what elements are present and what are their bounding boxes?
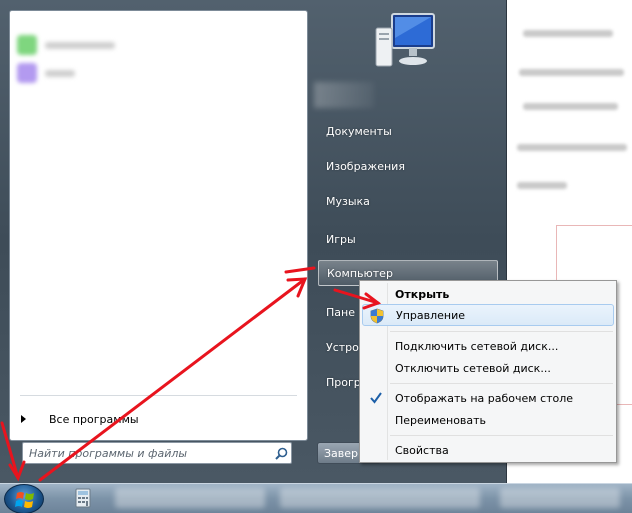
shield-icon	[370, 308, 384, 324]
user-name-blurred[interactable]	[314, 82, 374, 108]
context-item-map-network-drive[interactable]: Подключить сетевой диск...	[362, 335, 614, 357]
search-box[interactable]	[22, 442, 292, 464]
context-item-rename[interactable]: Переименовать	[362, 409, 614, 431]
menu-separator	[390, 383, 613, 384]
computer-icon	[375, 13, 435, 67]
context-item-properties[interactable]: Свойства	[362, 439, 614, 461]
programs-panel: Все программы	[9, 10, 308, 441]
separator	[20, 395, 297, 396]
context-item-show-on-desktop[interactable]: Отображать на рабочем столе	[362, 387, 614, 409]
arrow-right-icon	[21, 415, 26, 423]
start-button[interactable]	[4, 484, 44, 513]
search-icon[interactable]	[271, 444, 291, 462]
taskbar-button-blurred[interactable]	[115, 488, 265, 508]
all-programs-label: Все программы	[49, 412, 139, 426]
menu-item-pictures[interactable]: Изображения	[318, 153, 498, 179]
program-label-blurred	[45, 69, 75, 77]
pinned-program-blurred[interactable]	[17, 31, 157, 59]
menu-item-games[interactable]: Игры	[318, 226, 498, 252]
taskbar-button-blurred[interactable]	[500, 488, 620, 508]
program-icon	[17, 63, 37, 83]
program-label-blurred	[45, 41, 115, 49]
context-menu: Открыть Управление Подключить сетевой ди…	[359, 280, 617, 463]
menu-item-music[interactable]: Музыка	[318, 188, 498, 214]
context-item-label: Управление	[396, 308, 466, 322]
context-item-label: Открыть	[395, 287, 450, 301]
menu-item-documents[interactable]: Документы	[318, 118, 498, 144]
context-item-label: Подключить сетевой диск...	[395, 339, 559, 353]
context-item-disconnect-network-drive[interactable]: Отключить сетевой диск...	[362, 357, 614, 379]
context-item-open[interactable]: Открыть	[362, 283, 614, 305]
context-item-label: Свойства	[395, 443, 449, 457]
context-item-label: Переименовать	[395, 413, 487, 427]
menu-separator	[390, 435, 613, 436]
context-item-manage[interactable]: Управление	[362, 304, 614, 326]
checkmark-icon	[370, 392, 382, 404]
context-item-label: Отключить сетевой диск...	[395, 361, 551, 375]
taskbar-button-blurred[interactable]	[280, 488, 480, 508]
pinned-program-blurred[interactable]	[17, 59, 157, 87]
calculator-icon[interactable]	[75, 488, 91, 508]
program-icon	[17, 35, 37, 55]
menu-separator	[390, 331, 613, 332]
all-programs-button[interactable]: Все программы	[10, 406, 307, 432]
context-item-label: Отображать на рабочем столе	[395, 391, 574, 405]
search-input[interactable]	[29, 444, 271, 462]
windows-logo-icon	[15, 492, 34, 508]
